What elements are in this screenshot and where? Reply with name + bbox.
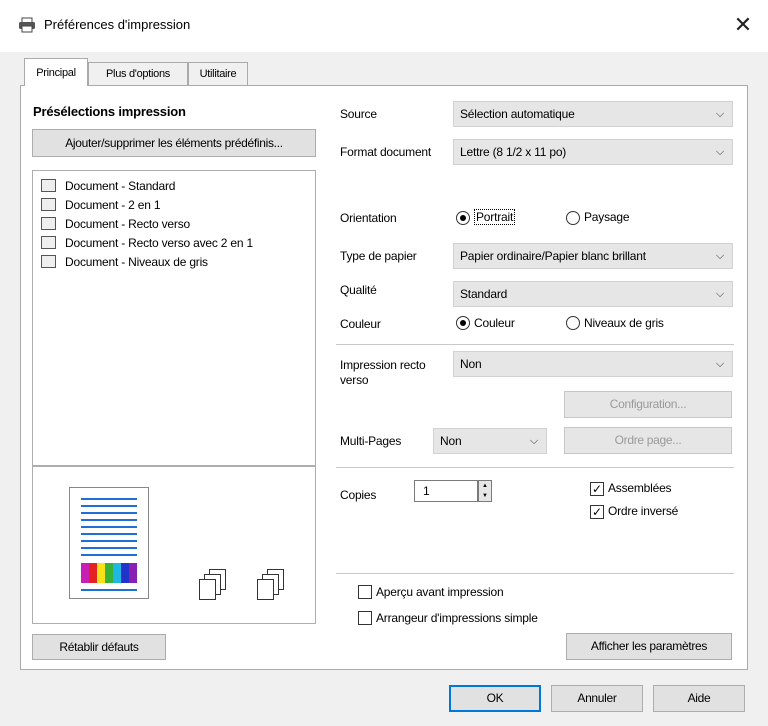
tab-utilitaire[interactable]: Utilitaire [188,62,248,86]
duplex-two-in-one-icon [41,236,56,249]
reverse-order-checkbox[interactable]: ✓ [590,505,604,519]
paper-type-select[interactable]: Papier ordinaire/Papier blanc brillant ⌵ [453,243,733,269]
print-preview-checkbox[interactable] [358,585,372,599]
paper-type-label: Type de papier [340,249,417,263]
reverse-order-label[interactable]: Ordre inversé [608,504,678,518]
chevron-down-icon: ⌵ [715,288,724,300]
multipages-select[interactable]: Non ⌵ [433,428,547,454]
collate-label[interactable]: Assemblées [608,481,672,495]
color-radio[interactable] [456,316,470,330]
color-radio-label[interactable]: Couleur [474,316,515,330]
collated-pages-icon [199,569,226,600]
spin-down-icon[interactable]: ▼ [479,491,491,501]
print-preview-label[interactable]: Aperçu avant impression [376,585,504,599]
show-settings-button[interactable]: Afficher les paramètres [566,633,732,660]
copies-label: Copies [340,488,377,502]
tab-principal[interactable]: Principal [24,58,88,86]
simple-arranger-checkbox[interactable] [358,611,372,625]
divider [336,467,734,468]
list-item[interactable]: Document - Standard [41,176,175,196]
presets-list[interactable]: Document - Standard Document - 2 en 1 Do… [32,170,316,466]
close-icon[interactable]: ✕ [726,8,760,42]
list-item[interactable]: Document - Recto verso avec 2 en 1 [41,233,253,253]
source-label: Source [340,107,377,121]
grayscale-radio-label[interactable]: Niveaux de gris [584,316,664,330]
list-item[interactable]: Document - Niveaux de gris [41,252,208,272]
divider [336,344,734,345]
orientation-portrait-label[interactable]: Portrait [474,209,516,225]
preset-label: Document - Recto verso avec 2 en 1 [65,236,253,250]
grayscale-radio[interactable] [566,316,580,330]
reverse-order-pages-icon [257,569,284,600]
duplex-value: Non [460,357,482,371]
preset-label: Document - Recto verso [65,217,190,231]
window-title: Préférences d'impression [44,17,191,32]
format-value: Lettre (8 1/2 x 11 po) [460,145,567,159]
spin-up-icon[interactable]: ▲ [479,481,491,491]
collate-checkbox[interactable]: ✓ [590,482,604,496]
cancel-button[interactable]: Annuler [551,685,643,712]
help-button[interactable]: Aide [653,685,745,712]
tab-plus-options[interactable]: Plus d'options [88,62,188,86]
preset-label: Document - 2 en 1 [65,198,161,212]
restore-defaults-button[interactable]: Rétablir défauts [32,634,166,660]
orientation-label: Orientation [340,211,397,225]
manage-presets-button[interactable]: Ajouter/supprimer les éléments prédéfini… [32,129,316,157]
copies-input[interactable]: 1 [414,480,478,502]
preset-label: Document - Niveaux de gris [65,255,208,269]
duplex-icon [41,217,56,230]
color-label: Couleur [340,317,381,331]
quality-label: Qualité [340,283,377,297]
source-select[interactable]: Sélection automatique ⌵ [453,101,733,127]
presets-heading: Présélections impression [33,104,186,119]
configuration-button[interactable]: Configuration... [564,391,732,418]
format-select[interactable]: Lettre (8 1/2 x 11 po) ⌵ [453,139,733,165]
two-in-one-icon [41,198,56,211]
quality-value: Standard [460,287,508,301]
simple-arranger-label[interactable]: Arrangeur d'impressions simple [376,611,538,625]
chevron-down-icon: ⌵ [715,146,724,158]
orientation-landscape-label[interactable]: Paysage [584,210,630,224]
multipages-value: Non [440,434,462,448]
chevron-down-icon: ⌵ [715,108,724,120]
duplex-select[interactable]: Non ⌵ [453,351,733,377]
page-preview-image [69,487,149,599]
paper-type-value: Papier ordinaire/Papier blanc brillant [460,249,646,263]
chevron-down-icon: ⌵ [529,435,538,447]
preset-label: Document - Standard [65,179,176,193]
title-bar: Préférences d'impression ✕ [0,0,768,52]
printer-icon [19,17,35,33]
copies-spinner[interactable]: ▲ ▼ [478,480,492,502]
ok-button[interactable]: OK [449,685,541,712]
document-icon [41,179,56,192]
page-order-button[interactable]: Ordre page... [564,427,732,454]
list-item[interactable]: Document - 2 en 1 [41,195,161,215]
multipages-label: Multi-Pages [340,434,402,448]
chevron-down-icon: ⌵ [715,358,724,370]
orientation-portrait-radio[interactable] [456,211,470,225]
page-preview [32,466,316,624]
source-value: Sélection automatique [460,107,575,121]
format-label: Format document [340,145,432,159]
list-item[interactable]: Document - Recto verso [41,214,190,234]
duplex-label-line2: verso [340,373,369,387]
orientation-landscape-radio[interactable] [566,211,580,225]
quality-select[interactable]: Standard ⌵ [453,281,733,307]
grayscale-icon [41,255,56,268]
divider [336,573,734,574]
duplex-label: Impression recto [340,358,426,372]
chevron-down-icon: ⌵ [715,250,724,262]
